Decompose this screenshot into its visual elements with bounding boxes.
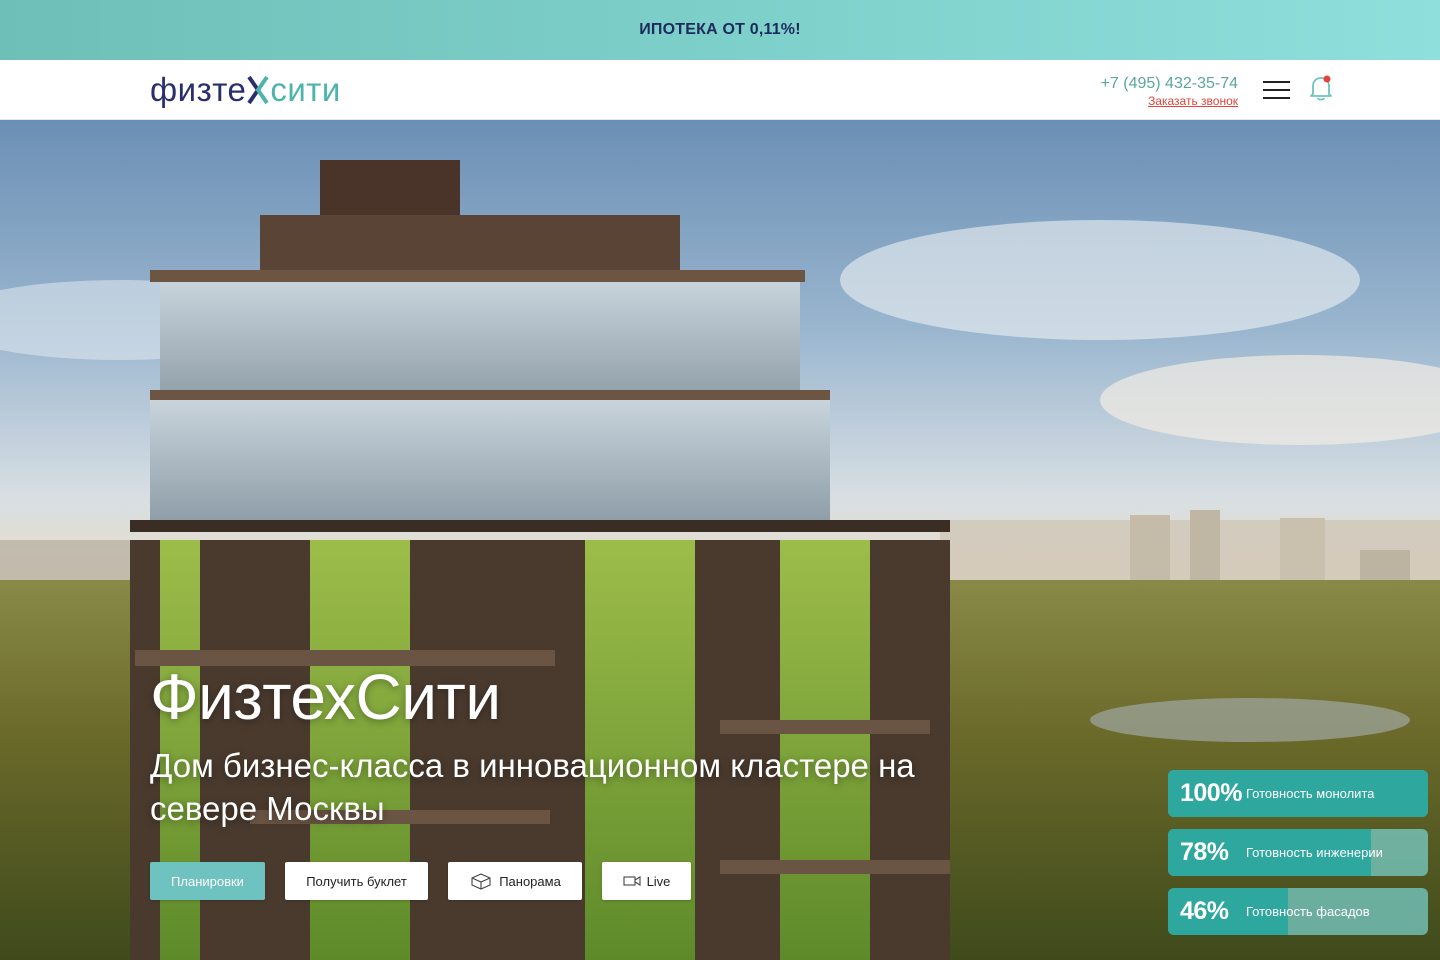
progress-label: Готовность монолита (1246, 786, 1375, 801)
construction-progress-list: 100% Готовность монолита 78% Готовность … (1168, 770, 1428, 947)
hero-actions: Планировки Получить буклет Панорама Live (150, 862, 691, 900)
progress-card-engineering[interactable]: 78% Готовность инженерии (1168, 829, 1428, 876)
site-header: физте сити +7 (495) 432-35-74 Заказать з… (0, 60, 1440, 120)
progress-card-facades[interactable]: 46% Готовность фасадов (1168, 888, 1428, 935)
booklet-button-label: Получить буклет (306, 873, 407, 889)
live-camera-button[interactable]: Live (602, 862, 691, 900)
hero-title: ФизтехСити (150, 661, 501, 733)
get-booklet-button[interactable]: Получить буклет (285, 862, 428, 900)
panorama-button-label: Панорама (499, 873, 561, 889)
panorama-button[interactable]: Панорама (448, 862, 582, 900)
contact-block: +7 (495) 432-35-74 Заказать звонок (1101, 74, 1238, 108)
progress-label: Готовность инженерии (1246, 845, 1383, 860)
progress-percent: 46% (1180, 897, 1229, 925)
site-logo[interactable]: физте сити (150, 70, 341, 110)
progress-label: Готовность фасадов (1246, 904, 1370, 919)
promo-text[interactable]: ИПОТЕКА ОТ 0,11%! (639, 21, 801, 39)
logo-text-part-a: физте (150, 71, 247, 108)
phone-link[interactable]: +7 (495) 432-35-74 (1101, 74, 1238, 94)
progress-percent: 78% (1180, 838, 1229, 866)
video-camera-icon (623, 876, 641, 886)
promo-banner[interactable]: ИПОТЕКА ОТ 0,11%! (0, 0, 1440, 60)
progress-percent: 100% (1180, 779, 1242, 807)
plans-button[interactable]: Планировки (150, 862, 265, 900)
cube-3d-icon (471, 873, 491, 890)
callback-link[interactable]: Заказать звонок (1101, 94, 1238, 108)
hamburger-menu-icon[interactable] (1263, 81, 1290, 99)
hero-subtitle: Дом бизнес-класса в инновационном класте… (150, 747, 915, 827)
live-button-label: Live (646, 873, 671, 889)
bell-icon[interactable] (1308, 74, 1334, 102)
hero-section: ФизтехСити Дом бизнес-класса в инновацио… (0, 120, 1440, 960)
logo-x-mark-icon (247, 75, 269, 105)
notification-dot (1323, 75, 1331, 83)
plans-button-label: Планировки (171, 873, 244, 889)
progress-card-monolith[interactable]: 100% Готовность монолита (1168, 770, 1428, 817)
logo-text-part-b: сити (270, 71, 341, 108)
